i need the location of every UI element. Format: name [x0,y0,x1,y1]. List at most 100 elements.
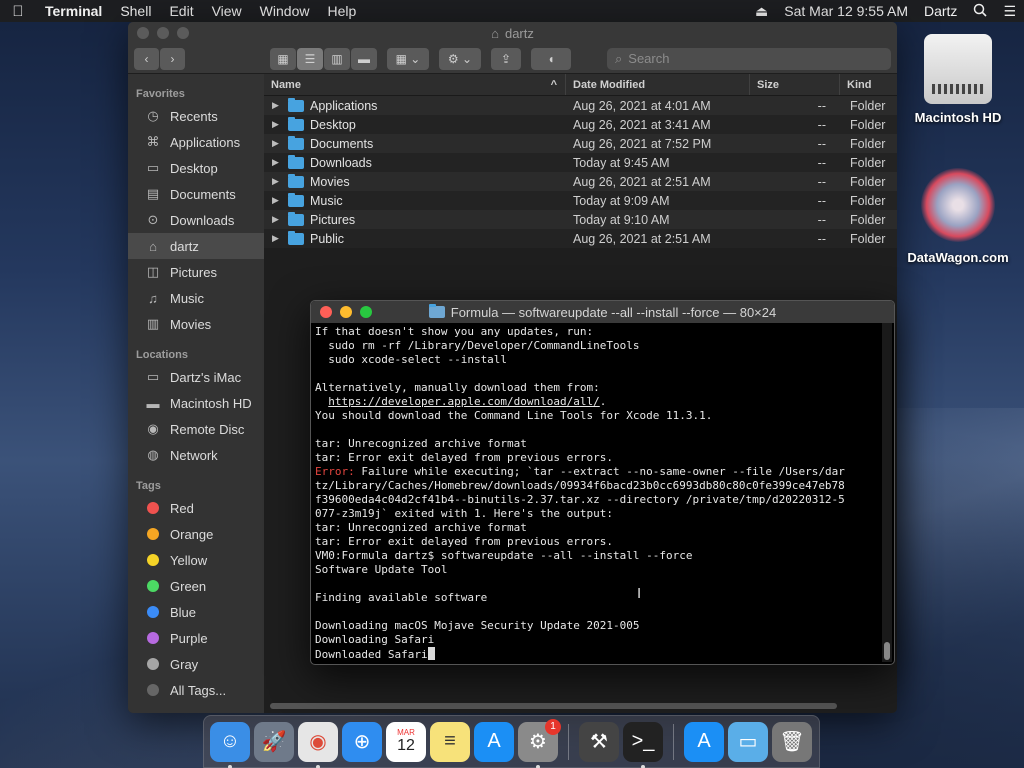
terminal-output[interactable]: If that doesn't show you any updates, ru… [311,323,880,664]
dock-notes-icon[interactable]: ≡ [430,721,470,762]
dock-system-preferences-icon[interactable]: ⚙ 1 [518,718,561,768]
sidebar-tag-yellow[interactable]: Yellow [128,547,264,573]
disclosure-triangle-icon[interactable]: ▶ [272,233,282,244]
table-row[interactable]: ▶ Downloads Today at 9:45 AM -- Folder [264,153,897,172]
action-gear-button[interactable]: ⚙ ⌄ [439,47,481,70]
sidebar-item-applications[interactable]: ⌘ Applications [128,129,264,155]
table-row[interactable]: ▶ Pictures Today at 9:10 AM -- Folder [264,210,897,229]
dock-trash-icon[interactable]: 🗑 [772,721,812,762]
table-row[interactable]: ▶ Movies Aug 26, 2021 at 2:51 AM -- Folder [264,172,897,191]
terminal-line: Error: Failure while executing; `tar --e… [315,465,876,479]
menu-user[interactable]: Dartz [916,3,965,19]
close-button[interactable] [320,306,332,318]
dock-downloads-folder-icon[interactable]: ▭ [728,721,768,762]
column-view-button[interactable]: ▥ [324,47,350,70]
file-list: ▶ Applications Aug 26, 2021 at 4:01 AM -- Fo… [264,96,897,248]
table-row[interactable]: ▶ Applications Aug 26, 2021 at 4:01 AM -- Fo… [264,96,897,115]
sidebar-item-documents[interactable]: ▤ Documents [128,181,264,207]
tag-color-icon [147,684,159,696]
tag-icon[interactable]: ◖ [531,47,571,70]
disclosure-triangle-icon[interactable]: ▶ [272,176,282,187]
icon-view-button[interactable]: ▦ [270,47,296,70]
back-button[interactable]: ‹ [134,47,159,70]
sidebar-location-macintosh-hd[interactable]: ▬ Macintosh HD [128,390,264,416]
sidebar-tag-purple[interactable]: Purple [128,625,264,651]
sidebar-item-recents[interactable]: ◷ Recents [128,103,264,129]
horizontal-scrollbar[interactable] [270,703,837,709]
name-cell: ▶ Documents [264,135,566,151]
sidebar-item-movies[interactable]: ▥ Movies [128,311,264,337]
dock-terminal-icon[interactable]: >_ [623,721,663,768]
desktop-icon-macintosh-hd[interactable]: Macintosh HD [903,34,1013,125]
minimize-button[interactable] [157,27,169,39]
sidebar-item-label: Applications [170,134,241,150]
dock-app-store-icon[interactable]: A [474,721,514,762]
finder-titlebar[interactable]: ⌂ dartz [128,22,897,44]
sidebar-tag-all-tags-[interactable]: All Tags... [128,677,264,703]
dock-xcode-tools-icon[interactable]: ⚒ [579,721,619,762]
dock-app-store-folder-icon[interactable]: A [684,721,724,762]
column-size-header[interactable]: Size [750,74,840,95]
forward-button[interactable]: › [160,47,185,70]
terminal-link[interactable]: https://developer.apple.com/download/all… [328,395,600,408]
sidebar-tag-blue[interactable]: Blue [128,599,264,625]
search-field[interactable]: ⌕ Search [607,47,891,70]
menu-window[interactable]: Window [251,3,319,19]
column-date-header[interactable]: Date Modified [566,74,750,95]
dock-chrome-icon[interactable]: ◉ [298,721,338,768]
terminal-line: Downloaded Safari [315,647,876,661]
zoom-button[interactable] [360,306,372,318]
menu-edit[interactable]: Edit [160,3,202,19]
close-button[interactable] [137,27,149,39]
sidebar-tag-orange[interactable]: Orange [128,521,264,547]
sidebar-item-music[interactable]: ♫ Music [128,285,264,311]
gallery-view-button[interactable]: ▬ [351,47,377,70]
dock-calendar-icon[interactable]: MAR 12 [386,721,426,762]
sidebar-location-dartz-s-imac[interactable]: ▭ Dartz's iMac [128,364,264,390]
menu-view[interactable]: View [203,3,251,19]
menu-shell[interactable]: Shell [111,3,160,19]
column-kind-header[interactable]: Kind [840,74,897,95]
minimize-button[interactable] [340,306,352,318]
sidebar-location-remote-disc[interactable]: ◉ Remote Disc [128,416,264,442]
sidebar-item-pictures[interactable]: ◫ Pictures [128,259,264,285]
list-view-button[interactable]: ☰ [297,47,323,70]
eject-icon[interactable]: ⏏ [747,3,776,20]
column-name-header[interactable]: Name ^ [264,74,566,95]
table-row[interactable]: ▶ Desktop Aug 26, 2021 at 3:41 AM -- Folder [264,115,897,134]
folder-icon [288,135,304,150]
dock-safari-icon[interactable]: ⊕ [342,721,382,762]
desktop-icon-datawagon[interactable]: DataWagon.com [903,168,1013,265]
disclosure-triangle-icon[interactable]: ▶ [272,157,282,168]
sidebar-tag-gray[interactable]: Gray [128,651,264,677]
group-button[interactable]: ▦ ⌄ [387,47,429,70]
terminal-titlebar[interactable]: Formula — softwareupdate --all --install… [311,301,894,323]
terminal-scrollbar[interactable] [882,323,892,662]
disclosure-triangle-icon[interactable]: ▶ [272,195,282,206]
sidebar-tag-green[interactable]: Green [128,573,264,599]
sidebar-item-desktop[interactable]: ▭ Desktop [128,155,264,181]
dock-finder-icon[interactable]: ☺ [210,721,250,768]
spotlight-icon[interactable] [965,3,995,20]
sidebar-item-dartz[interactable]: ⌂ dartz [128,233,264,259]
menu-help[interactable]: Help [318,3,365,19]
menu-clock[interactable]: Sat Mar 12 9:55 AM [776,3,916,19]
table-row[interactable]: ▶ Public Aug 26, 2021 at 2:51 AM -- Folder [264,229,897,248]
sidebar-tag-red[interactable]: Red [128,495,264,521]
menu-app-name[interactable]: Terminal [36,3,111,19]
dock-launchpad-icon[interactable]: 🚀 [254,721,294,762]
disclosure-triangle-icon[interactable]: ▶ [272,119,282,130]
scrollbar-thumb[interactable] [884,642,890,660]
disclosure-triangle-icon[interactable]: ▶ [272,100,282,111]
table-row[interactable]: ▶ Music Today at 9:09 AM -- Folder [264,191,897,210]
disclosure-triangle-icon[interactable]: ▶ [272,214,282,225]
zoom-button[interactable] [177,27,189,39]
notification-center-icon[interactable]: ☰ [995,3,1024,20]
sidebar-item-downloads[interactable]: ⊙ Downloads [128,207,264,233]
table-row[interactable]: ▶ Documents Aug 26, 2021 at 7:52 PM -- Folde… [264,134,897,153]
apple-menu-icon[interactable]:  [0,3,36,20]
terminal-line: You should download the Command Line Too… [315,409,876,423]
disclosure-triangle-icon[interactable]: ▶ [272,138,282,149]
sidebar-location-network[interactable]: ◍ Network [128,442,264,468]
share-icon[interactable]: ⇪ [491,47,521,70]
